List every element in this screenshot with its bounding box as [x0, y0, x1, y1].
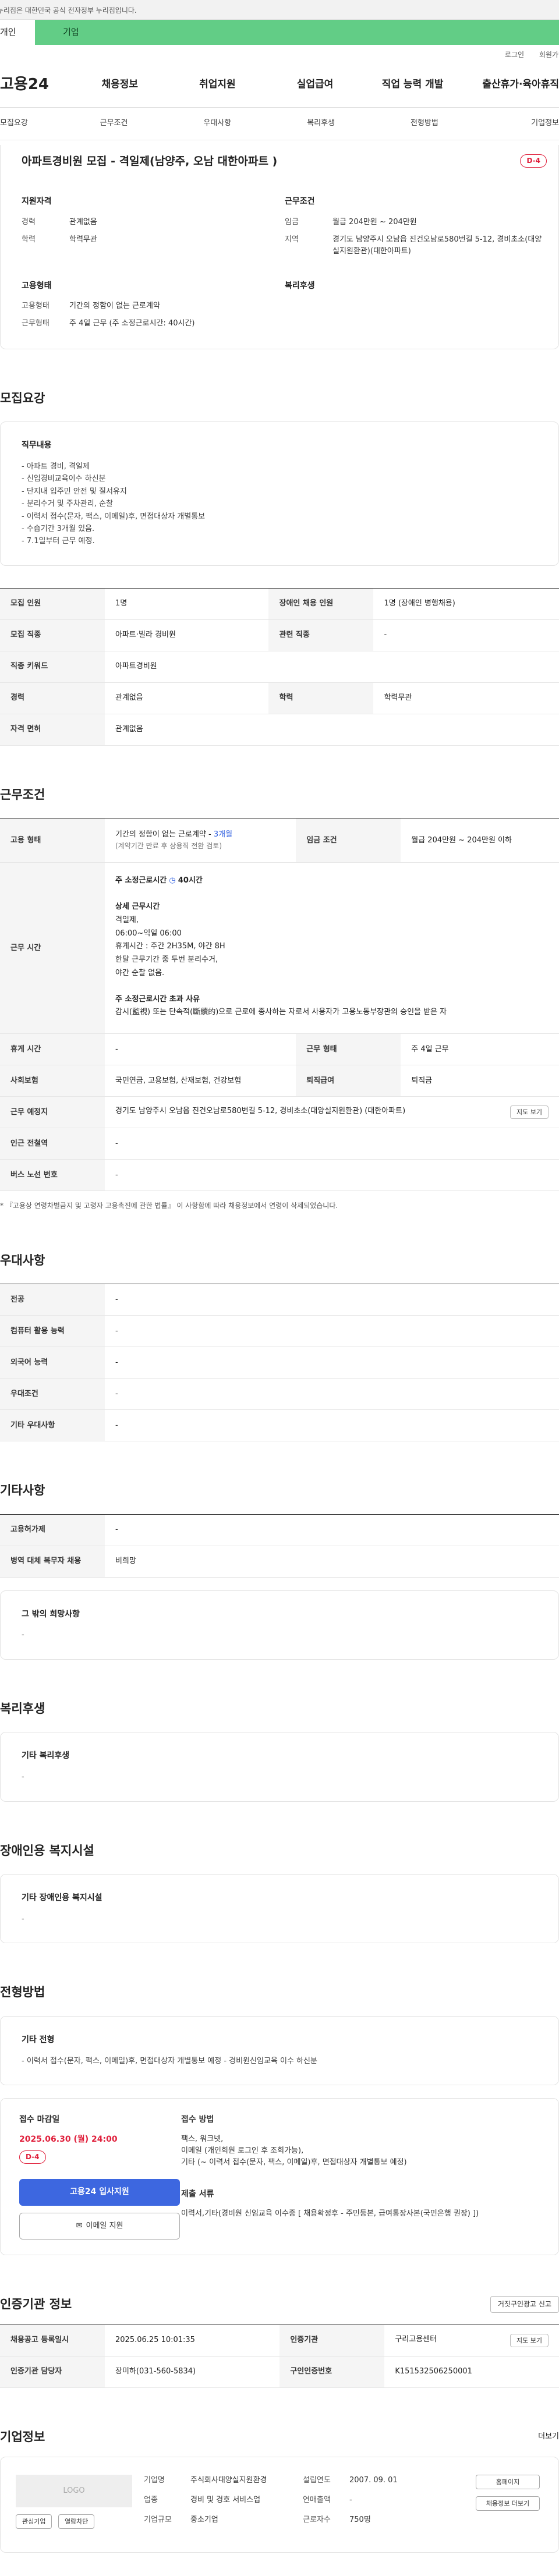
agency-title: 인증기관 정보 [0, 2297, 72, 2311]
site-logo[interactable]: 고용24 [0, 73, 71, 96]
nav-training[interactable]: 직업 능력 개발 [364, 77, 462, 92]
table-row: 경력 관계없음 학력 학력무관 [0, 682, 559, 714]
welfare-heading: 복리후생 [285, 281, 315, 290]
snb-company[interactable]: 기업정보 [476, 118, 559, 129]
qual-heading: 지원자격 [22, 197, 52, 207]
cond-heading: 근무조건 [285, 197, 315, 207]
pref-title: 우대사항 [0, 1253, 45, 1267]
table-row: 근무 시간 주 소정근로시간 ◷ 40시간 상세 근무시간 격일제, 06:00… [0, 862, 559, 1034]
recruit-table: 모집 인원 1명 장애인 채용 인원 1명 (장애인 병행채용) 모집 직종 아파트·빌… [0, 587, 559, 746]
nav-leave[interactable]: 출산휴가·육아휴직 [461, 77, 559, 92]
utility-links: 로그인 회원가입 [0, 45, 559, 62]
nav-employment-support[interactable]: 취업지원 [169, 77, 267, 92]
deadline: 2025.06.30 (월) 24:00 [19, 2134, 118, 2144]
tab-personal[interactable]: 개인 [0, 20, 35, 45]
duty-line: - 신입경비교육이수 하신분 [22, 474, 106, 484]
company-logo: LOGO [16, 2475, 132, 2508]
emp-heading: 고용형태 [22, 281, 52, 290]
global-nav: 고용24 채용정보 취업지원 실업급여 직업 능력 개발 출산휴가·육아휴직 [0, 62, 559, 108]
table-row: 모집 인원 1명 장애인 채용 인원 1명 (장애인 병행채용) [0, 588, 559, 620]
table-row: 자격 면허 관계없음 [0, 714, 559, 746]
disabled-box: 기타 장애인용 복지시설 - [0, 1874, 559, 1944]
etc-box: 그 밖의 희망사항 - [0, 1590, 559, 1660]
login-link[interactable]: 로그인 [505, 51, 524, 59]
etc-title: 기타사항 [0, 1483, 45, 1498]
company-title: 기업정보 [0, 2429, 45, 2444]
table-row: 우대조건 - [0, 1378, 559, 1411]
nav-unemployment[interactable]: 실업급여 [266, 77, 364, 92]
etc-table: 고용허가제 - 병역 대체 복무자 채용 비희망 [0, 1514, 559, 1578]
age-note: * 『고용상 연령차별금지 및 고령자 고용촉진에 관한 법률』 이 사항함에 … [0, 1202, 338, 1210]
duty-line: - 단지내 입주민 안전 및 질서유지 [22, 487, 127, 496]
gov-banner: 이 누리집은 대한민국 공식 전자정부 누리집입니다. [0, 0, 559, 20]
snb-welfare[interactable]: 복리후생 [269, 118, 373, 129]
duty-line: - 아파트 경비, 격일제 [22, 462, 90, 471]
table-row: 사회보험 국민연금, 고용보험, 산재보험, 건강보험 퇴직급여 퇴직금 [0, 1065, 559, 1097]
disabled-title: 장애인용 복지시설 [0, 1843, 94, 1858]
nav-jobs[interactable]: 채용정보 [71, 77, 169, 92]
work-table: 고용 형태 기간의 정함이 없는 근로계약 - 3개월 (계약기간 만료 후 상용… [0, 818, 559, 1192]
report-button[interactable]: 거짓구인광고 신고 [490, 2295, 559, 2313]
apply-card: 접수 마감일 2025.06.30 (월) 24:00 D-4 고용24 입사지… [0, 2097, 559, 2255]
pref-table: 전공 - 컴퓨터 활용 능력 - 외국어 능력 - 우대조건 - 기타 우대사항 - [0, 1284, 559, 1442]
welfare-box: 기타 복리후생 - [0, 1732, 559, 1802]
snb-pref[interactable]: 우대사항 [165, 118, 269, 129]
agency-table: 채용공고 등록일시 2025.06.25 10:01:35 인증기관 구리고용센터 지도… [0, 2324, 559, 2388]
company-more-link[interactable]: 더보기 [538, 2431, 559, 2443]
map-button[interactable]: 지도 보기 [510, 1105, 549, 1119]
company-jobs-button[interactable]: 채용정보 더보기 [476, 2496, 540, 2511]
job-summary-card: 아파트경비원 모집 - 격일제(남양주, 오남 대한아파트 ) D-4 지원자격… [0, 145, 559, 349]
mail-icon: ✉ [76, 2221, 83, 2230]
table-row: 직종 키워드 아파트경비원 [0, 651, 559, 683]
section-nav: 모집요강 근무조건 우대사항 복리후생 전형방법 기업정보 [0, 108, 559, 140]
recruit-title: 모집요강 [0, 391, 45, 405]
snb-recruit[interactable]: 모집요강 [0, 118, 62, 129]
table-row: 근무 예정지 경기도 남양주시 오남읍 진건오남로580번길 5-12, 경비초소… [0, 1096, 559, 1129]
table-row: 모집 직종 아파트·빌라 경비원 관련 직종 - [0, 619, 559, 651]
company-card: LOGO 관심기업 열람차단 기업명 주식회사대양실지원환경 업종 경비 및 경호 … [0, 2457, 559, 2553]
duty-line: - 7.1일부터 근무 예정. [22, 537, 95, 546]
duty-box: 직무내용 - 아파트 경비, 격일제 - 신입경비교육이수 하신분 - 단지내 … [0, 421, 559, 566]
dday-badge: D-4 [520, 154, 547, 168]
welfare-title: 복리후생 [0, 1701, 45, 1716]
table-row: 외국어 능력 - [0, 1347, 559, 1379]
snb-work[interactable]: 근무조건 [62, 118, 166, 129]
tab-company[interactable]: 기업 [35, 20, 79, 45]
apply-dday: D-4 [19, 2150, 46, 2164]
table-row: 인증기관 담당자 장미하(031-560-5834) 구인인증번호 K15153250… [0, 2356, 559, 2388]
work-title: 근무조건 [0, 787, 45, 802]
table-row: 휴게 시간 - 근무 형태 주 4일 근무 [0, 1033, 559, 1066]
table-row: 병역 대체 복무자 채용 비희망 [0, 1546, 559, 1578]
table-row: 컴퓨터 활용 능력 - [0, 1315, 559, 1348]
duty-line: - 수습기간 3개월 있음. [22, 524, 95, 533]
job-title: 아파트경비원 모집 - 격일제(남양주, 오남 대한아파트 ) [22, 155, 278, 168]
homepage-button[interactable]: 홈페이지 [476, 2475, 540, 2490]
snb-process[interactable]: 전형방법 [373, 118, 476, 129]
duty-line: - 이력서 접수(문자, 팩스, 이메일)후, 면접대상자 개별통보 [22, 512, 206, 521]
fav-company-button[interactable]: 관심기업 [16, 2514, 52, 2529]
user-type-tabs: 개인 기업 [0, 20, 559, 45]
agency-map-button[interactable]: 지도 보기 [510, 2333, 549, 2347]
table-row: 전공 - [0, 1284, 559, 1316]
email-apply-button[interactable]: ✉ 이메일 지원 [19, 2213, 180, 2240]
clock-icon: ◷ [169, 876, 176, 885]
process-box: 기타 전형 - 이력서 접수(문자, 팩스, 이메일)후, 면접대상자 개별통보… [0, 2015, 559, 2085]
apply-button[interactable]: 고용24 입사지원 [19, 2179, 180, 2206]
table-row: 버스 노선 번호 - [0, 1159, 559, 1192]
table-row: 고용허가제 - [0, 1514, 559, 1546]
duty-line: - 분리수거 및 주차관리, 순찰 [22, 499, 113, 509]
process-title: 전형방법 [0, 1985, 45, 2000]
table-row: 인근 전철역 - [0, 1128, 559, 1160]
table-row: 기타 우대사항 - [0, 1409, 559, 1442]
table-row: 고용 형태 기간의 정함이 없는 근로계약 - 3개월 (계약기간 만료 후 상용… [0, 818, 559, 863]
table-row: 채용공고 등록일시 2025.06.25 10:01:35 인증기관 구리고용센터 지도… [0, 2325, 559, 2357]
signup-link[interactable]: 회원가입 [539, 51, 559, 59]
block-button[interactable]: 열람차단 [58, 2514, 95, 2529]
